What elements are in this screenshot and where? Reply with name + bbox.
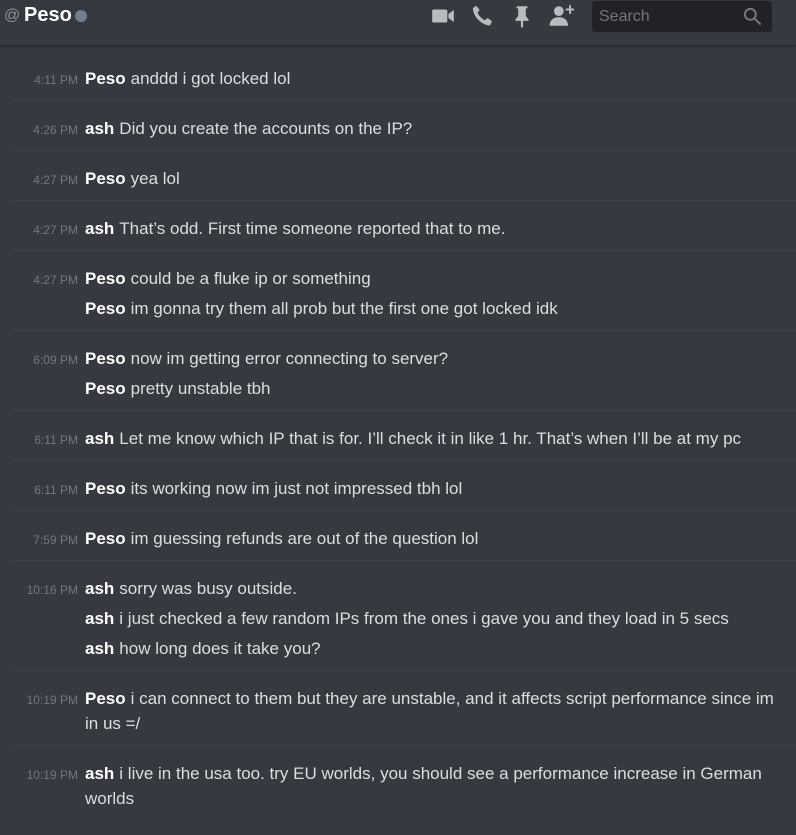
message-text: Let me know which IP that is for. I’ll c…	[119, 429, 742, 448]
message-author[interactable]: Peso	[85, 379, 126, 398]
message-timestamp: 10:19 PM	[26, 693, 78, 707]
message-line[interactable]: ash i just checked a few random IPs from …	[12, 606, 796, 631]
search-input[interactable]	[592, 1, 742, 32]
message-timestamp: 10:19 PM	[26, 768, 78, 782]
message-timestamp: 4:27 PM	[33, 223, 78, 237]
message-group: 4:11 PM Peso anddd i got locked lol	[12, 50, 796, 100]
message-text: i just checked a few random IPs from the…	[119, 609, 729, 628]
message-text: now im getting error connecting to serve…	[130, 349, 449, 368]
message-timestamp: 4:11 PM	[34, 73, 78, 87]
message-author[interactable]: Peso	[85, 349, 126, 368]
message-timestamp: 6:11 PM	[34, 433, 78, 447]
message-timestamp: 4:27 PM	[33, 173, 78, 187]
message-text: That’s odd. First time someone reported …	[119, 219, 506, 238]
message-line[interactable]: 6:11 PM Peso its working now im just not i…	[12, 476, 796, 501]
message-author[interactable]: Peso	[85, 479, 126, 498]
message-group: 4:27 PM Peso yea lol	[12, 150, 796, 200]
message-text: its working now im just not impressed tb…	[130, 479, 463, 498]
message-group: 6:11 PM ash Let me know which IP that is f…	[12, 410, 796, 460]
message-line[interactable]: 6:11 PM ash Let me know which IP that is f…	[12, 426, 796, 451]
message-group: 4:26 PM ash Did you create the accounts on…	[12, 100, 796, 150]
message-author[interactable]: Peso	[85, 169, 126, 188]
message-timestamp: 7:59 PM	[33, 533, 78, 547]
message-line[interactable]: 4:11 PM Peso anddd i got locked lol	[12, 66, 796, 91]
message-timestamp: 10:16 PM	[26, 583, 78, 597]
pin-icon[interactable]	[509, 3, 535, 29]
message-text: how long does it take you?	[119, 639, 321, 658]
message-author[interactable]: ash	[85, 579, 114, 598]
message-group: 10:16 PM ash sorry was busy outside. ash i j…	[12, 560, 796, 670]
message-author[interactable]: Peso	[85, 69, 126, 88]
message-text: Did you create the accounts on the IP?	[119, 119, 413, 138]
message-author[interactable]: ash	[85, 764, 114, 783]
message-line[interactable]: 10:19 PM Peso i can connect to them but th…	[12, 686, 796, 736]
message-line[interactable]: 6:09 PM Peso now im getting error connecti…	[12, 346, 796, 371]
message-author[interactable]: ash	[85, 609, 114, 628]
message-timestamp: 6:09 PM	[33, 353, 78, 367]
message-group: 4:27 PM Peso could be a fluke ip or someth…	[12, 250, 796, 330]
channel-title[interactable]: Peso	[24, 4, 72, 27]
message-group: 4:27 PM ash That’s odd. First time someone…	[12, 200, 796, 250]
message-group: 10:19 PM ash i live in the usa too. try EU…	[12, 745, 796, 820]
message-text: i live in the usa too. try EU worlds, yo…	[85, 764, 762, 808]
message-line[interactable]: 4:27 PM Peso yea lol	[12, 166, 796, 191]
message-group: 6:09 PM Peso now im getting error connecti…	[12, 330, 796, 410]
status-indicator	[75, 10, 87, 22]
dm-at-symbol: @	[4, 7, 21, 24]
channel-header: @ Peso	[0, 0, 796, 46]
message-group: 10:19 PM Peso i can connect to them but th…	[12, 670, 796, 745]
message-line[interactable]: Peso pretty unstable tbh	[12, 376, 796, 401]
message-author[interactable]: ash	[85, 219, 114, 238]
message-list[interactable]: 4:11 PM Peso anddd i got locked lol 4:26 PM…	[0, 50, 796, 835]
message-text: pretty unstable tbh	[130, 379, 271, 398]
add-friend-icon[interactable]	[548, 3, 574, 29]
message-author[interactable]: Peso	[85, 269, 126, 288]
phone-icon[interactable]	[469, 3, 495, 29]
message-line[interactable]: 4:27 PM Peso could be a fluke ip or someth…	[12, 266, 796, 291]
search-box[interactable]	[592, 1, 772, 32]
message-author[interactable]: Peso	[85, 689, 126, 708]
message-text: could be a fluke ip or something	[130, 269, 371, 288]
message-author[interactable]: ash	[85, 639, 114, 658]
message-text: im gonna try them all prob but the first…	[130, 299, 558, 318]
message-author[interactable]: ash	[85, 429, 114, 448]
message-timestamp: 6:11 PM	[34, 483, 78, 497]
message-author[interactable]: ash	[85, 119, 114, 138]
message-group: 6:11 PM Peso its working now im just not i…	[12, 460, 796, 510]
message-author[interactable]: Peso	[85, 299, 126, 318]
message-line[interactable]: ash how long does it take you?	[12, 636, 796, 661]
video-camera-icon[interactable]	[430, 3, 456, 29]
message-timestamp: 4:26 PM	[33, 123, 78, 137]
message-line[interactable]: 4:27 PM ash That’s odd. First time someone…	[12, 216, 796, 241]
message-author[interactable]: Peso	[85, 529, 126, 548]
message-group: 7:59 PM Peso im guessing refunds are out o…	[12, 510, 796, 560]
message-text: sorry was busy outside.	[119, 579, 297, 598]
message-text: anddd i got locked lol	[130, 69, 291, 88]
message-text: im guessing refunds are out of the quest…	[130, 529, 479, 548]
message-line[interactable]: 10:19 PM ash i live in the usa too. try EU…	[12, 761, 796, 811]
message-line[interactable]: 7:59 PM Peso im guessing refunds are out o…	[12, 526, 796, 551]
magnifier-icon[interactable]	[742, 6, 762, 26]
message-timestamp: 4:27 PM	[33, 273, 78, 287]
message-text: i can connect to them but they are unsta…	[85, 689, 774, 733]
message-line[interactable]: 4:26 PM ash Did you create the accounts on…	[12, 116, 796, 141]
message-line[interactable]: 10:16 PM ash sorry was busy outside.	[12, 576, 796, 601]
message-text: yea lol	[130, 169, 180, 188]
message-line[interactable]: Peso im gonna try them all prob but the f…	[12, 296, 796, 321]
